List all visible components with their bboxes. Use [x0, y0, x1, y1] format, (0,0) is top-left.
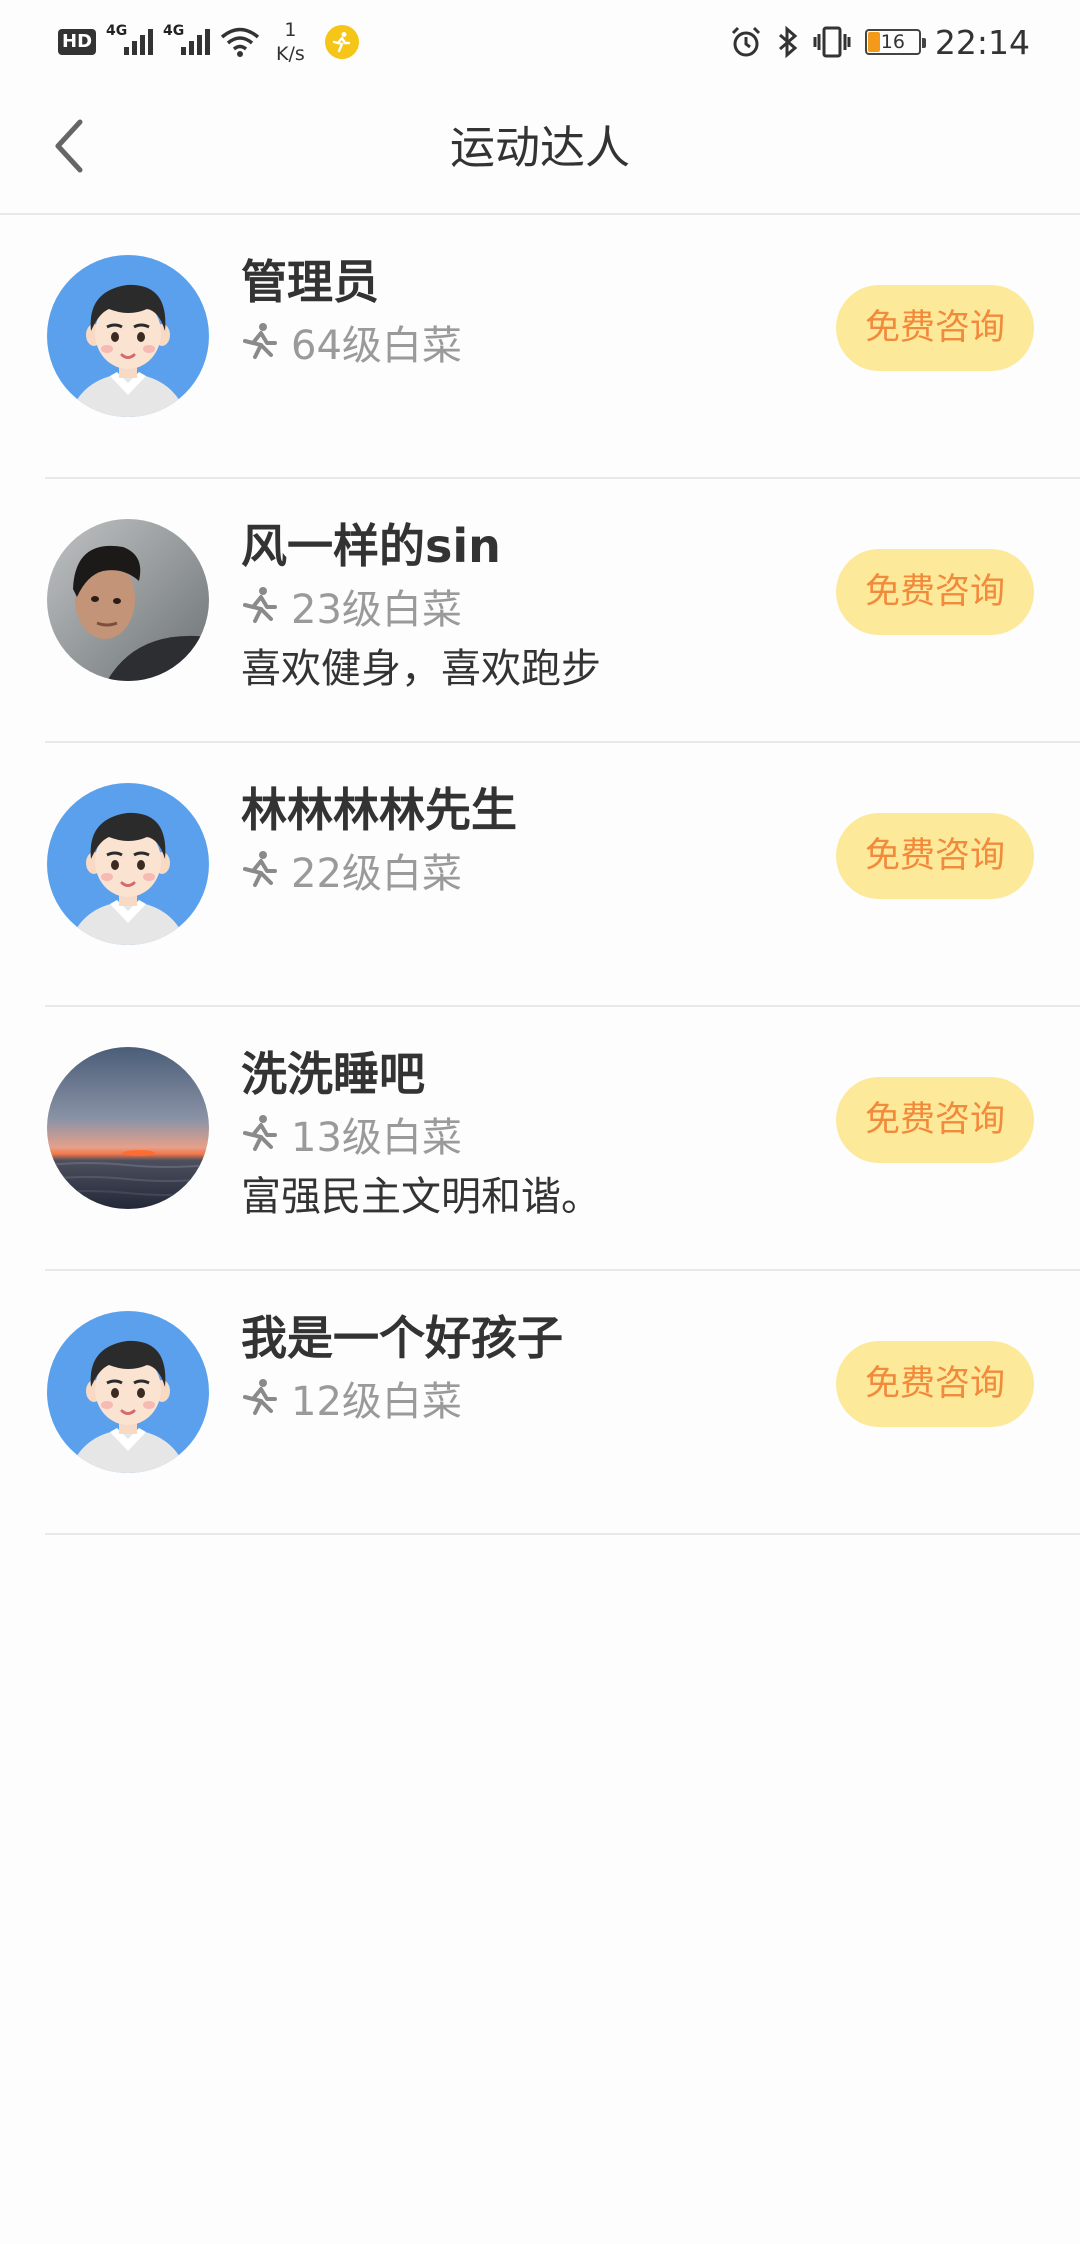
- status-bar-right: 16 22:14: [729, 14, 1030, 70]
- hd-badge: HD: [58, 29, 97, 55]
- alarm-icon: [731, 26, 760, 57]
- user-level: 22级白菜: [291, 851, 462, 897]
- runner-level-icon: [241, 1377, 283, 1419]
- user-level: 13级白菜: [291, 1115, 462, 1161]
- user-list-item[interactable]: 风一样的sin 23级白菜喜欢健身，喜欢跑步 免费咨询: [45, 479, 1080, 743]
- free-consult-button[interactable]: 免费咨询: [836, 1077, 1034, 1163]
- wifi-icon: [220, 27, 260, 57]
- page-title: 运动达人: [449, 121, 630, 174]
- user-list-item[interactable]: 洗洗睡吧 13级白菜富强民主文明和谐。 免费咨询: [45, 1007, 1080, 1271]
- top-nav-bar: 运动达人: [0, 80, 1080, 215]
- user-level-row: 13级白菜: [241, 1105, 601, 1163]
- user-avatar[interactable]: [47, 783, 209, 945]
- free-consult-button[interactable]: 免费咨询: [836, 813, 1034, 899]
- user-info: 林林林林先生 22级白菜: [241, 779, 517, 899]
- user-list-item[interactable]: 我是一个好孩子 12级白菜 免费咨询: [45, 1271, 1080, 1535]
- vibrate-icon: [813, 26, 851, 58]
- free-consult-button[interactable]: 免费咨询: [836, 285, 1034, 371]
- user-name: 洗洗睡吧: [241, 1047, 425, 1101]
- user-level: 64级白菜: [291, 323, 462, 369]
- user-level-row: 12级白菜: [241, 1369, 563, 1427]
- network-speed: 1 K/s: [276, 19, 305, 65]
- user-name: 风一样的sin: [241, 519, 501, 573]
- runner-level-icon: [241, 321, 283, 363]
- status-bar-left: HD 4G 4G 1 K/s: [58, 14, 359, 70]
- bluetooth-icon: [778, 25, 798, 59]
- user-avatar[interactable]: [47, 255, 209, 417]
- user-name: 林林林林先生: [241, 783, 517, 837]
- runner-level-icon: [241, 585, 283, 627]
- user-info: 我是一个好孩子 12级白菜: [241, 1307, 563, 1427]
- status-bar: HD 4G 4G 1 K/s 16 22:14: [0, 0, 1080, 80]
- runner-level-icon: [241, 849, 283, 891]
- user-avatar[interactable]: [47, 519, 209, 681]
- user-info: 风一样的sin 23级白菜喜欢健身，喜欢跑步: [241, 515, 601, 697]
- running-app-icon: [324, 25, 359, 59]
- free-consult-button[interactable]: 免费咨询: [836, 1341, 1034, 1427]
- cell-signal-icon: 4G: [106, 23, 154, 55]
- free-consult-button[interactable]: 免费咨询: [836, 549, 1034, 635]
- user-bio: 富强民主文明和谐。: [241, 1174, 601, 1220]
- user-avatar[interactable]: [47, 1311, 209, 1473]
- user-level: 23级白菜: [291, 587, 462, 633]
- user-bio: 喜欢健身，喜欢跑步: [241, 646, 601, 692]
- user-list: 管理员 64级白菜 免费咨询 风一样的sin 23级白菜 喜欢健身，喜欢跑步 免费咨询: [0, 215, 1080, 1535]
- user-info: 管理员 64级白菜: [241, 251, 462, 371]
- user-info: 洗洗睡吧 13级白菜富强民主文明和谐。: [241, 1043, 601, 1225]
- user-level: 12级白菜: [291, 1379, 462, 1425]
- user-name: 我是一个好孩子: [241, 1311, 563, 1365]
- runner-level-icon: [241, 1113, 283, 1155]
- user-level-row: 22级白菜: [241, 841, 517, 899]
- user-list-item[interactable]: 管理员 64级白菜 免费咨询: [45, 215, 1080, 479]
- user-level-row: 23级白菜: [241, 577, 601, 635]
- user-name: 管理员: [241, 255, 379, 309]
- user-avatar[interactable]: [47, 1047, 209, 1209]
- battery-icon: 16: [864, 29, 926, 55]
- user-level-row: 64级白菜: [241, 313, 462, 371]
- cell-signal-icon-2: 4G: [163, 23, 211, 55]
- user-list-item[interactable]: 林林林林先生 22级白菜 免费咨询: [45, 743, 1080, 1007]
- status-clock: 22:14: [934, 22, 1030, 62]
